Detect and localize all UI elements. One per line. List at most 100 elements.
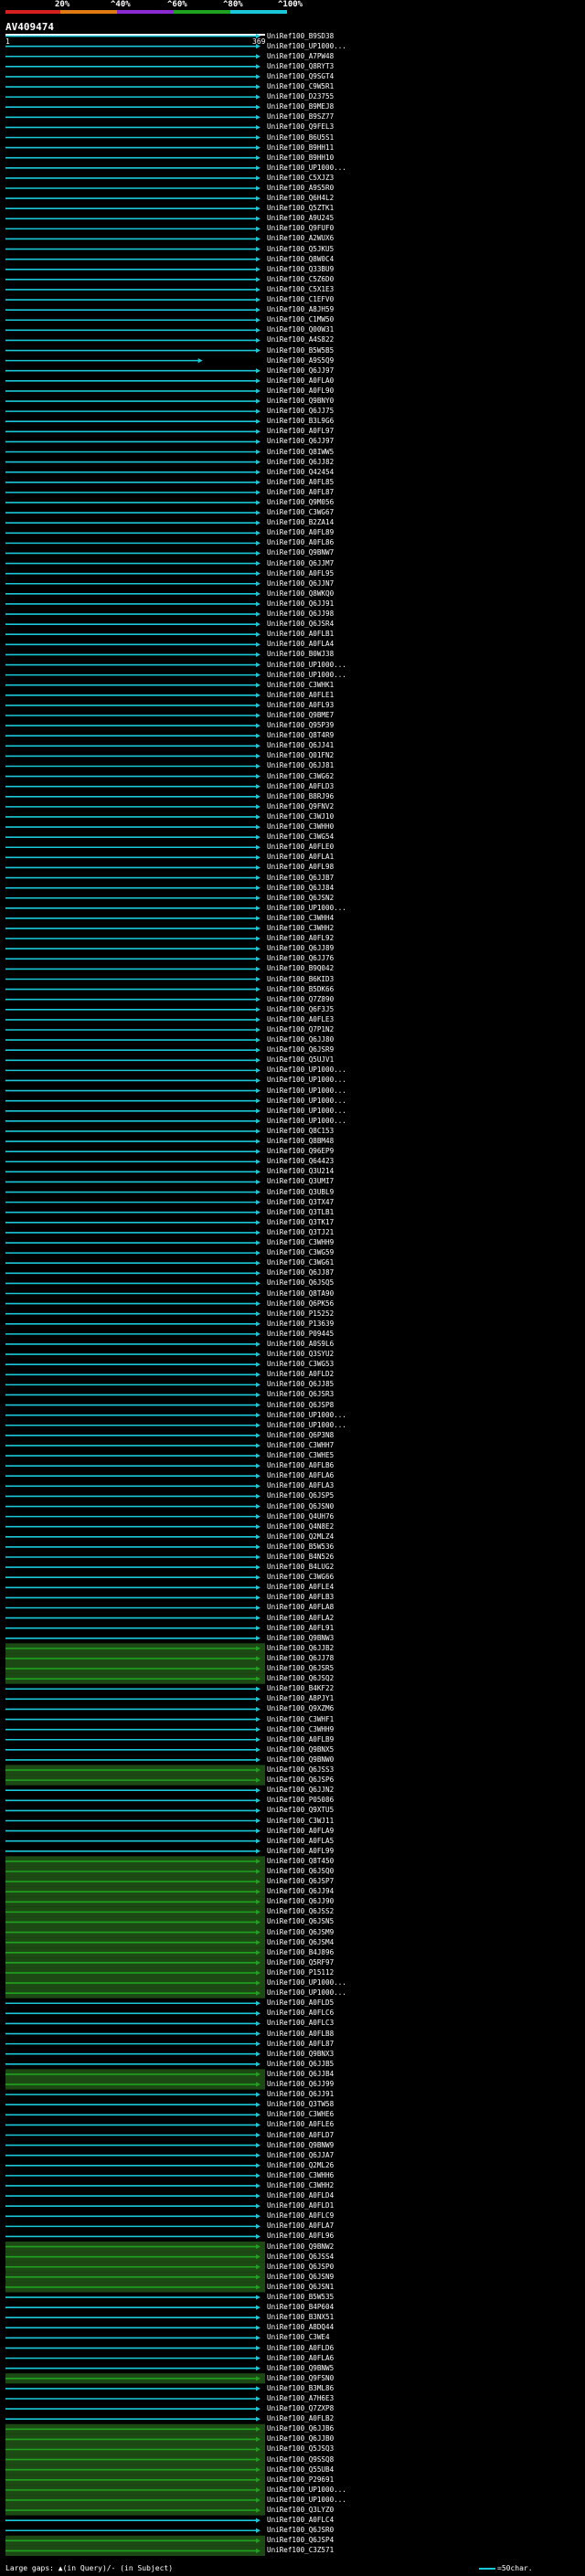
hit-id-link[interactable]: UniRef100_Q6JSQ2 [267, 1675, 334, 1682]
hit-id-link[interactable]: UniRef100_Q3UMI7 [267, 1178, 334, 1185]
hit-id-link[interactable]: UniRef100_C3WHF1 [267, 1715, 334, 1723]
hit-id-link[interactable]: UniRef100_UP1000... [267, 1066, 346, 1074]
hit-id-link[interactable]: UniRef100_C3WG54 [267, 833, 334, 841]
hit-id-link[interactable]: UniRef100_Q6JJ75 [267, 408, 334, 415]
hit-id-link[interactable]: UniRef100_UP1000... [267, 1421, 346, 1429]
hit-id-link[interactable]: UniRef100_B9SD38 [267, 32, 334, 40]
hit-id-link[interactable]: UniRef100_Q9FSN0 [267, 2374, 334, 2382]
hit-id-link[interactable]: UniRef100_Q9SGT4 [267, 72, 334, 80]
hit-id-link[interactable]: UniRef100_Q6P3N8 [267, 1431, 334, 1439]
hit-id-link[interactable]: UniRef100_Q6JJ94 [267, 1888, 334, 1895]
hit-id-link[interactable]: UniRef100_Q8IWW5 [267, 448, 334, 456]
hit-id-link[interactable]: UniRef100_Q5RF97 [267, 1958, 334, 1966]
hit-id-link[interactable]: UniRef100_Q3U214 [267, 1168, 334, 1175]
hit-id-link[interactable]: UniRef100_C3WHH6 [267, 2171, 334, 2179]
hit-id-link[interactable]: UniRef100_UP1000... [267, 1979, 346, 1987]
hit-id-link[interactable]: UniRef100_A0FLA0 [267, 376, 334, 385]
hit-id-link[interactable]: UniRef100_A0FLA9 [267, 1827, 334, 1835]
hit-id-link[interactable]: UniRef100_Q6JSP5 [267, 1492, 334, 1500]
hit-id-link[interactable]: UniRef100_Q8RYT3 [267, 62, 334, 70]
hit-id-link[interactable]: UniRef100_B9HH11 [267, 143, 334, 152]
hit-id-link[interactable]: UniRef100_C3WJ11 [267, 1817, 334, 1825]
hit-id-link[interactable]: UniRef100_Q6JJ84 [267, 884, 334, 892]
hit-id-link[interactable]: UniRef100_B5DK66 [267, 985, 334, 993]
hit-id-link[interactable]: UniRef100_A0FLA6 [267, 1472, 334, 1479]
hit-id-link[interactable]: UniRef100_UP1000... [267, 1989, 346, 1997]
hit-id-link[interactable]: UniRef100_A0FLB8 [267, 2030, 334, 2038]
hit-id-link[interactable]: UniRef100_Q95P39 [267, 722, 334, 729]
hit-id-link[interactable]: UniRef100_B5W536 [267, 1542, 334, 1551]
hit-id-link[interactable]: UniRef100_Q6JJB5 [267, 2060, 334, 2068]
hit-id-link[interactable]: UniRef100_Q6JSM9 [267, 1928, 334, 1936]
hit-id-link[interactable]: UniRef100_Q4UH76 [267, 1512, 334, 1521]
hit-id-link[interactable]: UniRef100_Q6JJ89 [267, 945, 334, 952]
hit-id-link[interactable]: UniRef100_Q6JSP4 [267, 2537, 334, 2544]
hit-id-link[interactable]: UniRef100_A0FL96 [267, 2232, 334, 2240]
hit-id-link[interactable]: UniRef100_Q6JJ41 [267, 742, 334, 749]
hit-id-link[interactable]: UniRef100_Q6H4L2 [267, 195, 334, 202]
hit-id-link[interactable]: UniRef100_Q6JSP7 [267, 1878, 334, 1885]
hit-id-link[interactable]: UniRef100_B4N526 [267, 1553, 334, 1561]
hit-id-link[interactable]: UniRef100_B3ML86 [267, 2384, 334, 2392]
hit-id-link[interactable]: UniRef100_Q6JSN5 [267, 1918, 334, 1925]
hit-id-link[interactable]: UniRef100_A0FLD3 [267, 782, 334, 790]
hit-id-link[interactable]: UniRef100_Q8WKQ0 [267, 589, 334, 598]
hit-id-link[interactable]: UniRef100_Q6JSS4 [267, 2253, 334, 2261]
hit-id-link[interactable]: UniRef100_B9Q042 [267, 965, 334, 972]
hit-id-link[interactable]: UniRef100_Q6JJN2 [267, 1786, 334, 1794]
hit-id-link[interactable]: UniRef100_A0FLA8 [267, 1604, 334, 1611]
hit-id-link[interactable]: UniRef100_A0FLA6 [267, 2354, 334, 2362]
hit-id-link[interactable]: UniRef100_A0FL87 [267, 2040, 334, 2048]
hit-id-link[interactable]: UniRef100_Q6JJ85 [267, 1381, 334, 1388]
hit-id-link[interactable]: UniRef100_A0FLB3 [267, 1594, 334, 1601]
hit-id-link[interactable]: UniRef100_C3WE4 [267, 2334, 330, 2341]
hit-id-link[interactable]: UniRef100_Q5UJV1 [267, 1056, 334, 1064]
hit-id-link[interactable]: UniRef100_Q9M056 [267, 498, 334, 506]
hit-id-link[interactable]: UniRef100_P05086 [267, 1797, 334, 1804]
hit-id-link[interactable]: UniRef100_Q00W31 [267, 326, 334, 334]
hit-id-link[interactable]: UniRef100_A0FLA2 [267, 1614, 334, 1622]
hit-id-link[interactable]: UniRef100_A4S822 [267, 336, 334, 344]
hit-id-link[interactable]: UniRef100_A0FLD6 [267, 2344, 334, 2352]
hit-id-link[interactable]: UniRef100_Q6JJB6 [267, 2425, 334, 2433]
hit-id-link[interactable]: UniRef100_A0FLD7 [267, 2131, 334, 2139]
hit-id-link[interactable]: UniRef100_B6U5S1 [267, 133, 334, 142]
hit-id-link[interactable]: UniRef100_P09445 [267, 1330, 334, 1338]
hit-id-link[interactable]: UniRef100_C3WG61 [267, 1259, 334, 1267]
hit-id-link[interactable]: UniRef100_Q6JJ91 [267, 2091, 334, 2098]
hit-id-link[interactable]: UniRef100_Q6JJ90 [267, 1898, 334, 1905]
hit-id-link[interactable]: UniRef100_Q6JJB2 [267, 1644, 334, 1652]
hit-id-link[interactable]: UniRef100_A0FLE3 [267, 1015, 334, 1023]
hit-id-link[interactable]: UniRef100_A0FL98 [267, 864, 334, 871]
hit-id-link[interactable]: UniRef100_A8PJY1 [267, 1695, 334, 1702]
hit-id-link[interactable]: UniRef100_C3WG66 [267, 1574, 334, 1581]
hit-id-link[interactable]: UniRef100_UP1000... [267, 1107, 346, 1115]
hit-id-link[interactable]: UniRef100_B2ZA14 [267, 519, 334, 526]
hit-id-link[interactable]: UniRef100_Q7P1N2 [267, 1025, 334, 1034]
hit-id-link[interactable]: UniRef100_A0FLC4 [267, 2517, 334, 2524]
hit-id-link[interactable]: UniRef100_A0S9L6 [267, 1340, 334, 1348]
hit-id-link[interactable]: UniRef100_Q8T4R9 [267, 732, 334, 739]
hit-id-link[interactable]: UniRef100_Q9SSQ8 [267, 2455, 334, 2464]
hit-id-link[interactable]: UniRef100_A0FL86 [267, 539, 334, 546]
hit-id-link[interactable]: UniRef100_A0FLE4 [267, 1584, 334, 1591]
hit-id-link[interactable]: UniRef100_A0FLC3 [267, 2019, 334, 2027]
hit-id-link[interactable]: UniRef100_Q9BNY0 [267, 398, 334, 405]
hit-id-link[interactable]: UniRef100_Q5JSQ3 [267, 2445, 334, 2453]
hit-id-link[interactable]: UniRef100_UP1000... [267, 42, 346, 50]
hit-id-link[interactable]: UniRef100_A0FLA3 [267, 1482, 334, 1489]
hit-id-link[interactable]: UniRef100_B4LUG2 [267, 1564, 334, 1571]
hit-id-link[interactable]: UniRef100_Q6JSS2 [267, 1908, 334, 1915]
hit-id-link[interactable]: UniRef100_Q7ZXP8 [267, 2405, 334, 2412]
hit-id-link[interactable]: UniRef100_B4J896 [267, 1948, 334, 1956]
hit-id-link[interactable]: UniRef100_Q9BNW9 [267, 2141, 334, 2149]
hit-id-link[interactable]: UniRef100_Q6JSR9 [267, 1046, 334, 1054]
hit-id-link[interactable]: UniRef100_A8DQ44 [267, 2324, 334, 2331]
hit-id-link[interactable]: UniRef100_A0FL90 [267, 387, 334, 395]
hit-id-link[interactable]: UniRef100_A0FLD1 [267, 2202, 334, 2210]
hit-id-link[interactable]: UniRef100_Q6JJ87 [267, 1269, 334, 1277]
hit-id-link[interactable]: UniRef100_B0WJ38 [267, 651, 334, 658]
hit-id-link[interactable]: UniRef100_P15252 [267, 1309, 334, 1318]
hit-id-link[interactable]: UniRef100_Q96EP9 [267, 1148, 334, 1155]
hit-id-link[interactable]: UniRef100_Q6JSR0 [267, 2527, 334, 2534]
